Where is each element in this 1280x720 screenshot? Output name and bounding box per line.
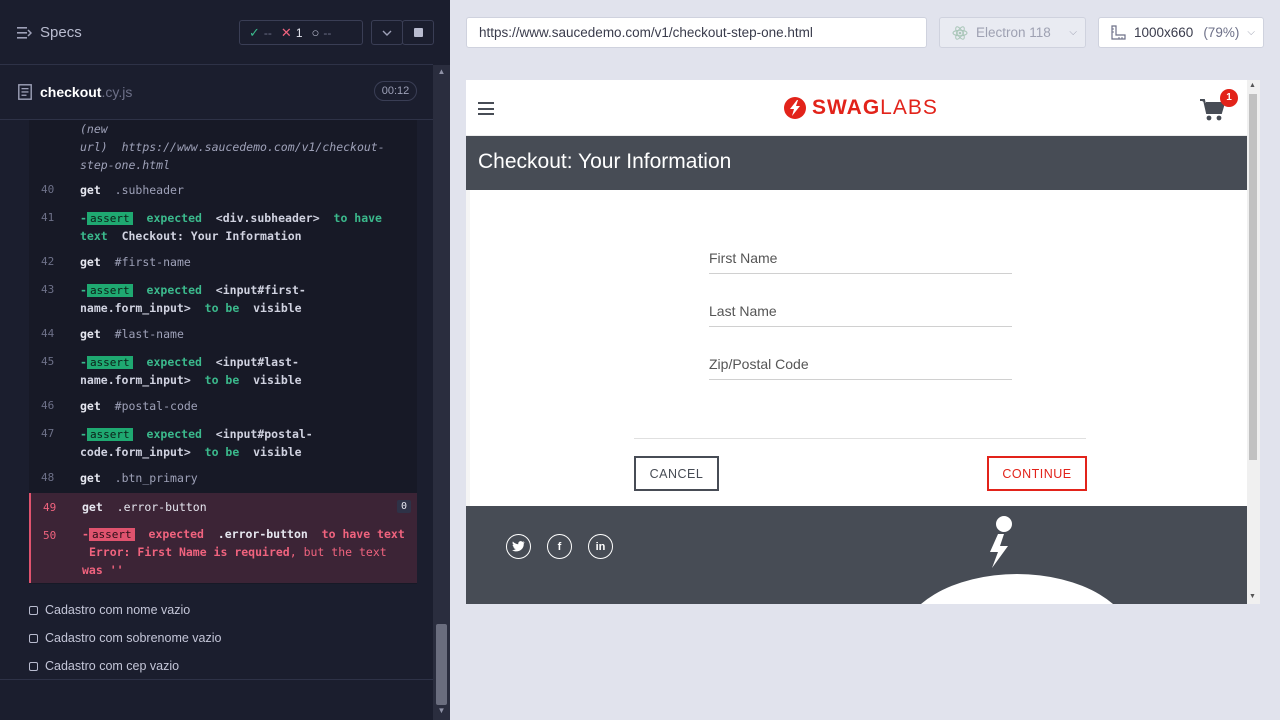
test-status-icon [29, 661, 38, 671]
scroll-down-icon[interactable]: ▼ [1249, 593, 1256, 600]
first-name-input[interactable]: First Name [709, 238, 1012, 274]
collapse-button[interactable] [371, 20, 403, 45]
command-row[interactable]: 48 get .btn_primary [29, 469, 417, 487]
pending-icon: ○ [311, 25, 320, 40]
reporter-scrollbar[interactable] [433, 65, 450, 720]
chevron-down-icon: ⌵ [1247, 27, 1255, 38]
swag-labs-logo: SWAGLABS [784, 96, 938, 120]
spec-duration: 00:12 [374, 81, 417, 101]
aut-url-bar[interactable]: https://www.saucedemo.com/v1/checkout-st… [466, 17, 927, 48]
pending-stat: ○ -- [311, 25, 332, 40]
electron-icon [952, 25, 968, 40]
command-row[interactable]: 40 get .subheader [29, 181, 417, 199]
x-icon: ✕ [280, 24, 292, 40]
test-item[interactable]: Cadastro com nome vazio [29, 603, 190, 617]
cart-badge[interactable]: 1 [1220, 89, 1238, 107]
test-status-icon [29, 633, 38, 643]
form-divider [634, 438, 1086, 439]
reporter-panel: Specs ✓ -- ✕ 1 ○ -- checkout.cy.js 00:12 (n… [0, 0, 450, 720]
continue-button[interactable]: CONTINUE [987, 456, 1087, 491]
command-row-failed[interactable]: 50 - assert expected .error-button to hav… [29, 521, 417, 583]
specs-list-icon[interactable] [16, 25, 32, 41]
linkedin-icon[interactable]: in [588, 534, 613, 559]
command-row[interactable]: 42 get #first-name [29, 253, 417, 271]
twitter-icon[interactable] [506, 534, 531, 559]
spec-file-name: checkout.cy.js [40, 84, 133, 100]
app-scrollbar-thumb[interactable] [1249, 94, 1257, 460]
last-name-input[interactable]: Last Name [709, 291, 1012, 327]
chevron-down-icon [382, 30, 392, 36]
scroll-up-icon[interactable]: ▲ [436, 67, 447, 77]
command-row[interactable]: 41 - assert expected <div.subheader> to h… [29, 209, 417, 245]
command-row-failed[interactable]: 49 get .error-button 0 [29, 493, 417, 521]
chevron-down-icon: ⌵ [1069, 27, 1077, 38]
page-subheader: Checkout: Your Information [466, 136, 1247, 190]
cancel-button[interactable]: CANCEL [634, 456, 719, 491]
command-log: (new url) https://www.saucedemo.com/v1/c… [29, 120, 417, 584]
test-item[interactable]: Cadastro com cep vazio [29, 659, 179, 673]
command-row[interactable]: 46 get #postal-code [29, 397, 417, 415]
passed-stat: ✓ -- [249, 24, 272, 40]
facebook-icon[interactable]: f [547, 534, 572, 559]
viewport-selector[interactable]: 1000x660 (79%) ⌵ [1098, 17, 1264, 48]
scrollbar-thumb[interactable] [436, 624, 447, 705]
aut-iframe: SWAGLABS 1 Checkout: Your Information Fi… [466, 80, 1260, 604]
reporter-header: Specs ✓ -- ✕ 1 ○ -- [0, 0, 434, 65]
assert-badge: assert [86, 428, 133, 441]
specs-label[interactable]: Specs [40, 24, 82, 41]
assert-badge: assert [86, 356, 133, 369]
app-header: SWAGLABS 1 [466, 80, 1247, 136]
command-row[interactable]: (new url) https://www.saucedemo.com/v1/c… [29, 120, 417, 172]
bolt-icon [990, 534, 1008, 568]
app-footer: f in [466, 506, 1247, 604]
checkout-form: First Name Last Name Zip/Postal Code CAN… [466, 190, 1247, 506]
check-icon: ✓ [249, 24, 260, 40]
test-item[interactable]: Cadastro com sobrenome vazio [29, 631, 221, 645]
logo-bolt-icon [784, 97, 806, 119]
assert-badge: assert [86, 284, 133, 297]
robot-antenna-image [993, 513, 1015, 535]
stop-button[interactable] [402, 20, 434, 45]
file-icon [18, 84, 32, 100]
stop-icon [413, 28, 423, 37]
failed-stat: ✕ 1 [280, 24, 303, 40]
postal-code-input[interactable]: Zip/Postal Code [709, 344, 1012, 380]
menu-icon[interactable] [478, 102, 494, 115]
assert-badge: assert [88, 528, 135, 541]
assert-badge: assert [86, 212, 133, 225]
test-stats: ✓ -- ✕ 1 ○ -- [239, 20, 363, 45]
spec-file-row[interactable]: checkout.cy.js [0, 66, 433, 120]
command-row[interactable]: 45 - assert expected <input#last- name.fo… [29, 353, 417, 389]
divider [0, 679, 433, 680]
command-row[interactable]: 47 - assert expected <input#postal- code.… [29, 425, 417, 461]
command-row[interactable]: 43 - assert expected <input#first- name.f… [29, 281, 417, 317]
browser-selector[interactable]: Electron 118 ⌵ [939, 17, 1086, 48]
ruler-icon [1111, 25, 1126, 40]
element-count-badge: 0 [396, 500, 411, 513]
robot-mascot-image [900, 574, 1134, 604]
command-row[interactable]: 44 get #last-name [29, 325, 417, 343]
test-status-icon [29, 605, 38, 615]
scroll-down-icon[interactable]: ▼ [436, 706, 447, 716]
scroll-up-icon[interactable]: ▲ [1249, 82, 1256, 89]
